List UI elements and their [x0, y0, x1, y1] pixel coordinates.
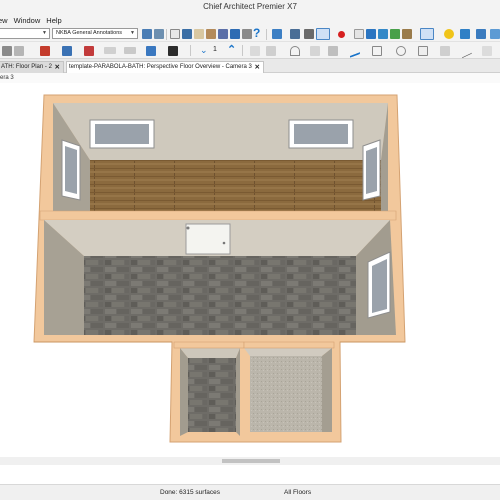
dimension-line-icon[interactable]	[328, 46, 338, 56]
toolbar-separator	[166, 29, 167, 40]
status-floors: All Floors	[284, 489, 312, 496]
lower-room	[44, 220, 396, 335]
text-box-icon[interactable]	[440, 46, 450, 56]
materials-icon[interactable]	[194, 29, 204, 39]
roof-icon[interactable]	[124, 47, 136, 54]
image-icon[interactable]	[390, 29, 400, 39]
framing-icon[interactable]	[168, 46, 178, 56]
chevron-down-icon: ▼	[42, 30, 47, 36]
camera-list-icon[interactable]	[354, 29, 364, 39]
menu-view[interactable]: ew	[0, 16, 8, 25]
horizontal-scrollbar[interactable]	[0, 457, 500, 465]
rectangle-icon[interactable]	[372, 46, 382, 56]
house-wall-icon[interactable]	[40, 46, 50, 56]
chevron-down-icon[interactable]: ⌄	[200, 46, 210, 56]
dimension-icon[interactable]	[476, 29, 486, 39]
annotation-set-dropdown[interactable]: NKBA General Annotations ▼	[52, 28, 138, 39]
more-tools-icon[interactable]	[490, 29, 500, 39]
toolbar-bottom: ⌄ 1 ⌃	[0, 42, 500, 59]
toolbar-separator	[266, 29, 267, 40]
door-icon[interactable]	[62, 46, 72, 56]
tab-perspective-camera-3[interactable]: template-PARABOLA-BATH: Perspective Floo…	[66, 61, 264, 73]
spline-icon[interactable]	[310, 46, 320, 56]
edit-handle-icon[interactable]	[14, 46, 24, 56]
box-icon[interactable]	[418, 46, 428, 56]
stairs-icon[interactable]	[104, 47, 116, 54]
view-caption: era 3	[0, 73, 500, 83]
more-cad-icon[interactable]	[482, 46, 492, 56]
record-icon[interactable]	[338, 31, 345, 38]
middle-wall-top	[39, 210, 397, 221]
status-surfaces: Done: 6315 surfaces	[160, 489, 220, 496]
sun-icon[interactable]	[444, 29, 454, 39]
house-3d-icon[interactable]	[272, 29, 282, 39]
backdrop-icon[interactable]	[460, 29, 470, 39]
plan-icon[interactable]	[242, 29, 252, 39]
close-icon[interactable]: ✕	[55, 62, 60, 73]
toolbar-separator	[242, 45, 243, 56]
select-objects-icon[interactable]	[2, 46, 12, 56]
object-icon[interactable]	[218, 29, 228, 39]
upper-room	[53, 103, 388, 211]
scrollbar-thumb[interactable]	[222, 459, 280, 463]
zoom-number[interactable]: 1	[213, 45, 221, 55]
wall-icon[interactable]	[206, 29, 216, 39]
arrow-up-icon[interactable]: ⌃	[227, 45, 237, 56]
document-icon[interactable]	[170, 29, 180, 39]
menu-window[interactable]: Window	[14, 16, 41, 25]
door-knob	[222, 241, 226, 245]
help-icon[interactable]: ?	[253, 27, 261, 39]
chevron-down-icon: ▼	[130, 30, 135, 36]
house-icon[interactable]	[402, 29, 412, 39]
toolbar-separator	[190, 45, 191, 56]
stethoscope-icon[interactable]	[142, 29, 152, 39]
menu-help[interactable]: Help	[46, 16, 61, 25]
door-hinge	[186, 226, 190, 230]
layer-dropdown[interactable]: ▼	[0, 28, 50, 39]
perspective-viewport[interactable]	[0, 83, 500, 456]
small-bath-right	[243, 341, 335, 432]
schedule-icon[interactable]	[182, 29, 192, 39]
render-mode-icon[interactable]	[420, 28, 434, 40]
layout-icon[interactable]	[230, 29, 240, 39]
floor-overview-render	[33, 94, 406, 443]
terrain-icon[interactable]	[146, 46, 156, 56]
hammer-icon[interactable]	[154, 29, 164, 39]
document-tab-bar: ATH: Floor Plan - 2 ✕ template-PARABOLA-B…	[0, 59, 500, 73]
polyline-icon[interactable]	[462, 43, 472, 59]
window-icon[interactable]	[378, 29, 388, 39]
status-bar: Done: 6315 surfaces All Floors	[0, 484, 500, 500]
line-tool-icon[interactable]	[350, 44, 360, 58]
circle-icon[interactable]	[396, 46, 406, 56]
perspective-view-icon[interactable]	[316, 28, 330, 40]
close-icon[interactable]: ✕	[255, 62, 260, 73]
tab-floor-plan[interactable]: ATH: Floor Plan - 2 ✕	[0, 61, 64, 73]
menu-bar: ew Window Help	[0, 14, 500, 26]
layer-icon[interactable]	[366, 29, 376, 39]
cabinet-icon[interactable]	[84, 46, 94, 56]
app-window: Chief Architect Premier X7 ew Window Hel…	[0, 0, 500, 500]
window-title: Chief Architect Premier X7	[0, 0, 500, 14]
toolbar-top: ▼ NKBA General Annotations ▼ ?	[0, 26, 500, 42]
small-bath-left	[173, 341, 245, 436]
arc-tool-icon[interactable]	[290, 46, 300, 56]
camera-icon[interactable]	[290, 29, 300, 39]
text-tool-icon[interactable]	[266, 46, 276, 56]
walkthrough-icon[interactable]	[304, 29, 314, 39]
interior-door	[185, 223, 231, 255]
pointer-icon[interactable]	[250, 46, 260, 56]
